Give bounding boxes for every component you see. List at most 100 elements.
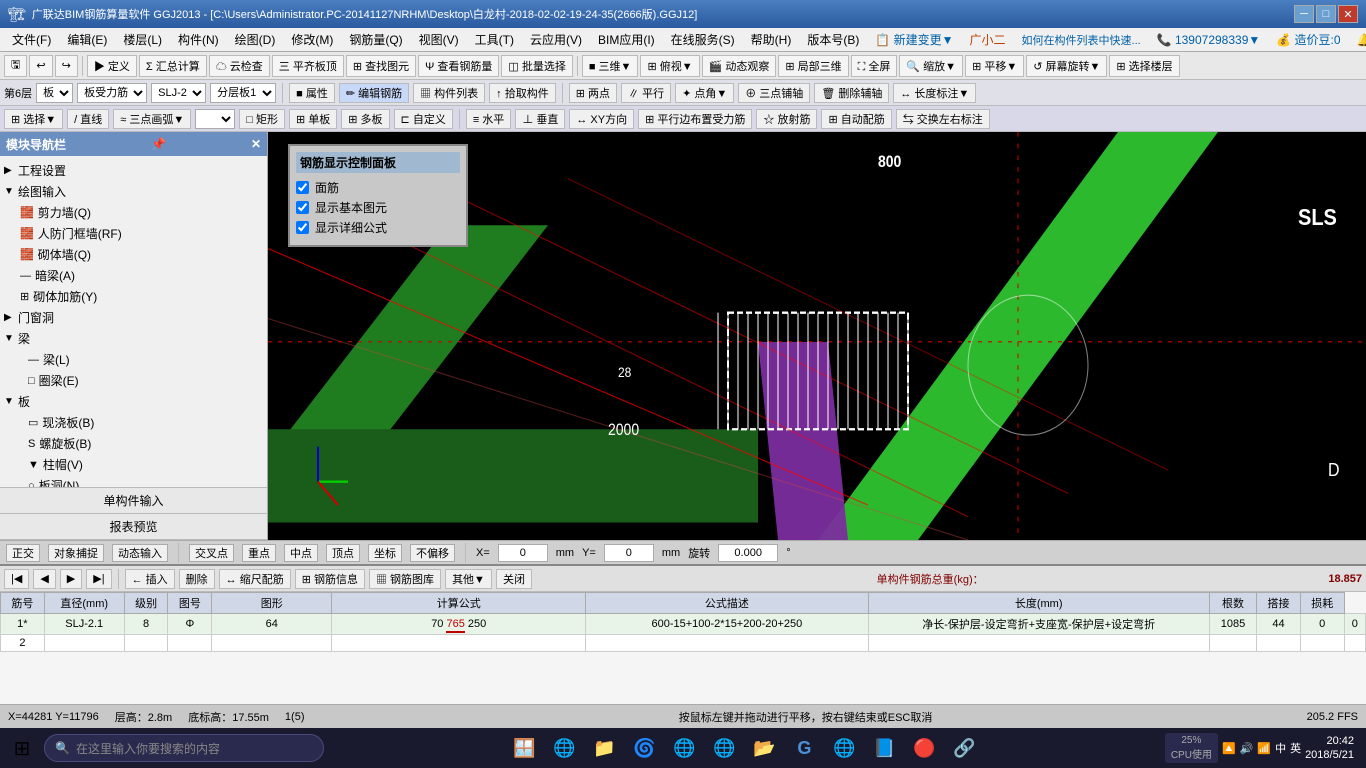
cb-orthogonal[interactable]: 正交 xyxy=(6,544,40,562)
report-preview-btn[interactable]: 报表预览 xyxy=(0,514,267,540)
db-custom[interactable]: ⊏ 自定义 xyxy=(394,109,453,129)
rebar-check-detailformula[interactable] xyxy=(296,221,309,234)
menu-hint[interactable]: 如何在构件列表中快速... xyxy=(1014,30,1149,50)
db-multi-slab[interactable]: ⊞ 多板 xyxy=(341,109,389,129)
menu-bim[interactable]: BIM应用(I) xyxy=(590,29,663,50)
sys-icon-arrow[interactable]: 🔼 xyxy=(1222,742,1236,755)
canvas-area[interactable]: D 800 28 2000 SLS 钢筋显示控制面板 面筋 显示基本图元 显示详… xyxy=(268,132,1366,540)
sys-icon-net[interactable]: 📶 xyxy=(1257,742,1271,755)
rebar-opt-basicelement[interactable]: 显示基本图元 xyxy=(296,199,460,216)
rt-other[interactable]: 其他▼ xyxy=(445,569,492,589)
taskbar-icon-book[interactable]: 📘 xyxy=(866,730,902,766)
rt-prev[interactable]: ◀ xyxy=(33,569,55,589)
cb-vertex[interactable]: 顶点 xyxy=(326,544,360,562)
table-row[interactable]: 1* SLJ-2.1 8 Φ 64 70 765 250 600-15+100-… xyxy=(1,614,1366,635)
tb-pan[interactable]: ⊞ 平移▼ xyxy=(965,55,1024,77)
cb-crosspt[interactable]: 交叉点 xyxy=(189,544,234,562)
menu-comp[interactable]: 构件(N) xyxy=(170,29,227,50)
section-draw-input[interactable]: ▼ 绘图输入 xyxy=(0,181,267,202)
cb-editrebar[interactable]: ✏ 编辑钢筋 xyxy=(339,83,409,103)
tb-dynview[interactable]: 🎬 动态观察 xyxy=(702,55,777,77)
taskbar-icon-globe[interactable]: 🌐 xyxy=(826,730,862,766)
menu-cloud[interactable]: 云应用(V) xyxy=(522,29,590,50)
cb-dyninput[interactable]: 动态输入 xyxy=(112,544,168,562)
section-menchuangdong[interactable]: ▶ 门窗洞 xyxy=(0,307,267,328)
menu-help[interactable]: 帮助(H) xyxy=(743,29,800,50)
menu-ad[interactable]: 广小二 xyxy=(962,29,1014,50)
taskbar-icon-link[interactable]: 🔴 xyxy=(906,730,942,766)
single-comp-input-btn[interactable]: 单构件输入 xyxy=(0,488,267,514)
taskbar-icon-winamp[interactable]: 🌀 xyxy=(626,730,662,766)
db-horiz[interactable]: ≡ 水平 xyxy=(466,109,511,129)
tree-item-renfang[interactable]: 🧱 人防门框墙(RF) xyxy=(0,223,267,244)
rt-next[interactable]: ▶ xyxy=(60,569,82,589)
tb-selectfloor[interactable]: ⊞ 选择楼层 xyxy=(1109,55,1179,77)
cb-lenmark[interactable]: ↔ 长度标注▼ xyxy=(893,83,976,103)
tb-zoom[interactable]: 🔍 缩放▼ xyxy=(899,55,963,77)
rt-last[interactable]: ▶| xyxy=(86,569,111,589)
section-liang[interactable]: ▼ 梁 xyxy=(0,328,267,349)
section-project-settings[interactable]: ▶ 工程设置 xyxy=(0,160,267,181)
taskbar-icon-ms[interactable]: 🪟 xyxy=(506,730,542,766)
db-arc[interactable]: ≈ 三点画弧▼ xyxy=(113,109,191,129)
cb-keypoint[interactable]: 重点 xyxy=(242,544,276,562)
win-min-btn[interactable]: ─ xyxy=(1294,5,1314,23)
rebar-check-basicelement[interactable] xyxy=(296,201,309,214)
sidebar-pin[interactable]: 📌 xyxy=(151,137,166,151)
taskbar-icon-folder2[interactable]: 📂 xyxy=(746,730,782,766)
tb-fullscreen[interactable]: ⛶ 全屏 xyxy=(851,55,898,77)
tree-item-liang[interactable]: — 梁(L) xyxy=(0,349,267,370)
tb-batchsel[interactable]: ◫ 批量选择 xyxy=(501,55,572,77)
rebar-check-mianjin[interactable] xyxy=(296,181,309,194)
table-row[interactable]: 2 xyxy=(1,635,1366,652)
tree-item-jianliqiang[interactable]: 🧱 剪力墙(Q) xyxy=(0,202,267,223)
tree-item-anliang[interactable]: — 暗梁(A) xyxy=(0,265,267,286)
cb-pointangle[interactable]: ✦ 点角▼ xyxy=(675,83,734,103)
cb-parallel[interactable]: ∥ 平行 xyxy=(621,83,671,103)
menu-cost[interactable]: 💰 造价豆:0 xyxy=(1268,29,1348,50)
sys-lang-cn[interactable]: 中 xyxy=(1275,740,1286,756)
cb-nooffset[interactable]: 不偏移 xyxy=(410,544,455,562)
layer-num-select[interactable]: 分层板1 xyxy=(210,83,276,103)
menu-newchange[interactable]: 📋 新建变更▼ xyxy=(867,29,961,50)
rebar-opt-detailformula[interactable]: 显示详细公式 xyxy=(296,219,460,236)
rt-rebarlibrary[interactable]: ▦ 钢筋图库 xyxy=(369,569,441,589)
rt-first[interactable]: |◀ xyxy=(4,569,29,589)
tb-calc[interactable]: Σ 汇总计算 xyxy=(139,55,207,77)
tree-item-quanliang[interactable]: □ 圈梁(E) xyxy=(0,370,267,391)
menu-floor[interactable]: 楼层(L) xyxy=(115,29,170,50)
cb-midpoint[interactable]: 中点 xyxy=(284,544,318,562)
taskbar-icon-chrome[interactable]: 🌐 xyxy=(706,730,742,766)
rebar-type-select[interactable]: 板受力筋 xyxy=(77,83,147,103)
menu-version[interactable]: 版本号(B) xyxy=(799,29,867,50)
db-shape-select[interactable] xyxy=(195,109,235,129)
menu-phone[interactable]: 📞 13907298339▼ xyxy=(1149,31,1269,49)
section-ban[interactable]: ▼ 板 xyxy=(0,391,267,412)
taskbar-icon-ie[interactable]: 🌐 xyxy=(666,730,702,766)
tree-item-xianban[interactable]: ▭ 现浇板(B) xyxy=(0,412,267,433)
tb-cloudcheck[interactable]: ☁ 云检查 xyxy=(209,55,270,77)
tree-item-qitijiajin[interactable]: ⊞ 砌体加筋(Y) xyxy=(0,286,267,307)
sidebar-close[interactable]: ✕ xyxy=(251,137,261,151)
win-close-btn[interactable]: ✕ xyxy=(1338,5,1358,23)
menu-view[interactable]: 视图(V) xyxy=(411,29,467,50)
win-max-btn[interactable]: □ xyxy=(1316,5,1336,23)
menu-tools[interactable]: 工具(T) xyxy=(467,29,522,50)
cb-coord[interactable]: 坐标 xyxy=(368,544,402,562)
tb-rotate[interactable]: ↺ 屏幕旋转▼ xyxy=(1026,55,1107,77)
tree-item-bankong[interactable]: ○ 板洞(N) xyxy=(0,475,267,487)
menu-file[interactable]: 文件(F) xyxy=(4,29,59,50)
taskbar-icon-explorer[interactable]: 📁 xyxy=(586,730,622,766)
rt-scale[interactable]: ↔ 缩尺配筋 xyxy=(219,569,291,589)
taskbar-icon-chain[interactable]: 🔗 xyxy=(946,730,982,766)
tb-redo[interactable]: ↪ xyxy=(55,55,78,77)
db-parallel-edge[interactable]: ⊞ 平行边布置受力筋 xyxy=(638,109,752,129)
tb-save[interactable]: 🖫 xyxy=(4,55,27,77)
db-vert[interactable]: ⊥ 垂直 xyxy=(515,109,565,129)
taskbar-icon-g[interactable]: G xyxy=(786,730,822,766)
menu-draw[interactable]: 绘图(D) xyxy=(227,29,284,50)
cb-objsnap[interactable]: 对象捕捉 xyxy=(48,544,104,562)
tb-3d[interactable]: ■ 三维▼ xyxy=(582,55,639,77)
layer-select[interactable]: 板 xyxy=(36,83,73,103)
cb-property[interactable]: ■ 属性 xyxy=(289,83,335,103)
